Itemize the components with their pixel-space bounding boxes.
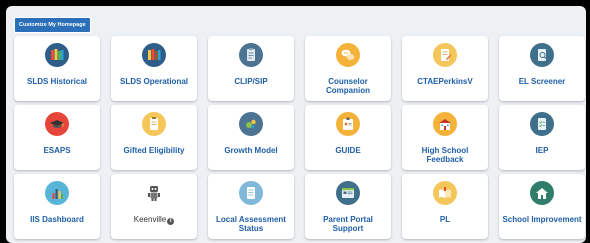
browser-window-icon	[336, 181, 360, 205]
magnify-document-icon	[530, 43, 554, 67]
tile-label: School Improvement	[502, 215, 582, 224]
tile-label: CLIP/SIP	[234, 77, 268, 86]
clipboard-icon	[239, 43, 263, 67]
tile-ctaeperkinsv[interactable]: CTAEPerkinsV	[402, 36, 488, 101]
checklist-icon	[530, 112, 554, 136]
tile-label: Counselor Companion	[326, 77, 370, 95]
tile-gifted-eligibility[interactable]: Gifted Eligibility	[111, 105, 197, 170]
books-icon	[142, 43, 166, 67]
tile-label: CTAEPerkinsV	[417, 77, 473, 86]
info-icon[interactable]: i	[167, 218, 175, 225]
tile-label: GUIDE	[335, 146, 361, 155]
tile-school-improvement[interactable]: School Improvement	[499, 174, 585, 239]
tile-label: Growth Model	[224, 146, 278, 155]
tile-el-screener[interactable]: EL Screener	[499, 36, 585, 101]
tile-label: High School Feedback	[421, 146, 469, 164]
tile-growth-model[interactable]: Growth Model	[208, 105, 294, 170]
tile-label: Keenville i	[113, 215, 195, 225]
open-book-icon	[433, 181, 457, 205]
tile-label: ESAPS	[43, 146, 71, 155]
tile-label: Local Assessment Status	[216, 215, 286, 233]
tile-label: IIS Dashboard	[30, 215, 84, 224]
chat-bubbles-icon	[336, 43, 360, 67]
homepage-panel: Customize My Homepage SLDS Historical SL…	[6, 6, 586, 243]
tile-label: PL	[439, 215, 451, 224]
tile-iep[interactable]: IEP	[499, 105, 585, 170]
robot-icon	[142, 181, 166, 205]
tile-slds-operational[interactable]: SLDS Operational	[111, 36, 197, 101]
tile-label: Parent Portal Support	[323, 215, 373, 233]
tile-local-assessment-status[interactable]: Local Assessment Status	[208, 174, 294, 239]
tile-parent-portal-support[interactable]: Parent Portal Support	[305, 174, 391, 239]
tile-iis-dashboard[interactable]: IIS Dashboard	[14, 174, 100, 239]
house-icon	[530, 181, 554, 205]
graduation-cap-icon	[45, 112, 69, 136]
document-pencil-icon	[433, 43, 457, 67]
tile-esaps[interactable]: ESAPS	[14, 105, 100, 170]
books-icon	[45, 43, 69, 67]
tile-label: Gifted Eligibility	[123, 146, 185, 155]
id-badge-icon	[336, 112, 360, 136]
customize-homepage-button[interactable]: Customize My Homepage	[14, 17, 91, 33]
tile-label: SLDS Historical	[26, 77, 87, 86]
tile-label: SLDS Operational	[119, 77, 188, 86]
tile-pl[interactable]: PL	[402, 174, 488, 239]
tile-label: IEP	[535, 146, 549, 155]
clipboard-icon	[142, 112, 166, 136]
tile-high-school-feedback[interactable]: High School Feedback	[402, 105, 488, 170]
tile-guide[interactable]: GUIDE	[305, 105, 391, 170]
tile-keenville[interactable]: Keenville i	[111, 174, 197, 239]
tile-counselor-companion[interactable]: Counselor Companion	[305, 36, 391, 101]
tile-slds-historical[interactable]: SLDS Historical	[14, 36, 100, 101]
bubble-chart-icon	[239, 112, 263, 136]
form-icon	[239, 181, 263, 205]
school-building-icon	[433, 112, 457, 136]
tile-label: EL Screener	[518, 77, 566, 86]
tile-clip-sip[interactable]: CLIP/SIP	[208, 36, 294, 101]
bar-chart-icon	[45, 181, 69, 205]
